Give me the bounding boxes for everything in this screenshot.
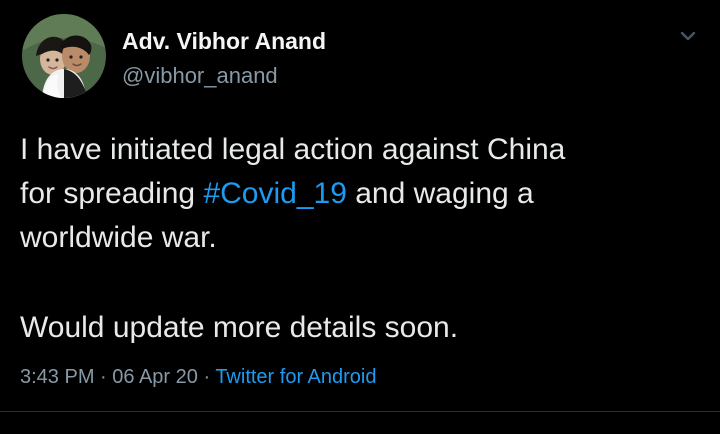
tweet-line: I have initiated legal action against Ch… <box>20 128 700 172</box>
meta-separator: · <box>94 366 113 388</box>
divider <box>0 411 720 412</box>
tweet-card: Adv. Vibhor Anand @vibhor_anand I have i… <box>0 0 720 434</box>
tweet-date: 06 Apr 20 <box>112 366 198 388</box>
tweet-line-text: and waging a <box>346 177 534 210</box>
tweet-time: 3:43 PM <box>20 366 95 388</box>
tweet-line-text: Would update more details soon. <box>20 311 459 344</box>
user-handle[interactable]: @vibhor_anand <box>122 63 278 89</box>
tweet-line: for spreading #Covid_19 and waging a <box>20 172 700 216</box>
chevron-down-icon[interactable] <box>676 24 700 48</box>
tweet-line: Would update more details soon. <box>20 306 700 350</box>
avatar[interactable] <box>22 14 106 98</box>
tweet-line-text: worldwide war. <box>20 221 217 254</box>
source-link[interactable]: Twitter for Android <box>215 366 376 388</box>
tweet-line-text: I have initiated legal action against Ch… <box>20 133 566 166</box>
hashtag-link[interactable]: #Covid_19 <box>203 177 346 210</box>
tweet-line-text: for spreading <box>20 177 204 210</box>
tweet-body: I have initiated legal action against Ch… <box>20 128 700 350</box>
display-name[interactable]: Adv. Vibhor Anand <box>122 28 326 55</box>
profile-photo <box>22 14 106 98</box>
tweet-metadata: 3:43 PM · 06 Apr 20 · Twitter for Androi… <box>20 366 377 389</box>
tweet-line: worldwide war. <box>20 216 700 260</box>
meta-separator: · <box>197 366 216 388</box>
